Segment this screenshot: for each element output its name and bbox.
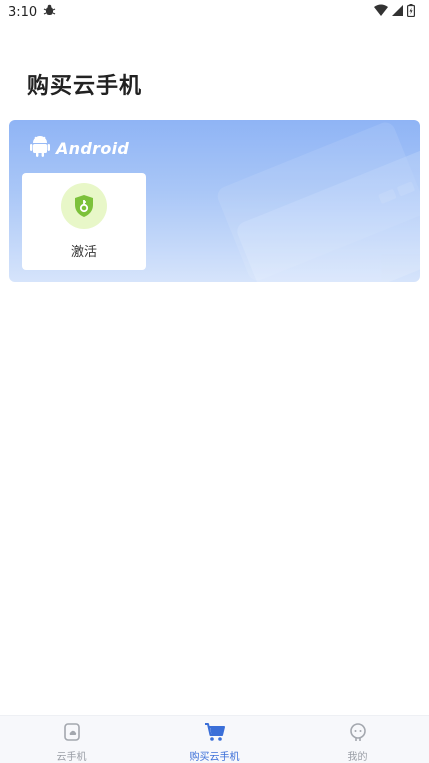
status-right	[374, 3, 416, 21]
status-time: 3:10	[8, 4, 38, 20]
android-card: Android 激活	[9, 120, 420, 282]
tab-profile[interactable]: 我的	[286, 716, 429, 763]
android-robot-icon	[30, 134, 50, 162]
status-bar: 3:10	[0, 0, 429, 24]
tab-cloud-phone[interactable]: 云手机	[0, 716, 143, 763]
tab-label: 我的	[347, 752, 368, 763]
page-title: 购买云手机	[27, 74, 143, 99]
android-brand: Android	[30, 134, 129, 162]
shield-key-icon	[61, 183, 107, 229]
battery-icon	[407, 3, 416, 21]
android-brand-text: Android	[56, 138, 130, 158]
signal-icon	[392, 4, 403, 20]
status-left: 3:10	[8, 4, 56, 21]
profile-icon	[348, 722, 368, 746]
activate-label: 激活	[70, 245, 97, 260]
bottom-tab-bar: 云手机 购买云手机 我的	[0, 715, 429, 763]
bug-icon	[43, 4, 56, 21]
tab-label: 购买云手机	[189, 752, 240, 763]
cloud-phone-icon	[62, 722, 82, 746]
activate-tile[interactable]: 激活	[22, 173, 146, 270]
screen: 3:10 购买云手机 Android 激活 云手机 购买云手机 我的	[0, 0, 429, 763]
wifi-icon	[374, 4, 388, 20]
tab-label: 云手机	[56, 752, 87, 763]
tab-buy-cloud-phone[interactable]: 购买云手机	[143, 716, 286, 763]
cart-icon	[204, 722, 226, 746]
